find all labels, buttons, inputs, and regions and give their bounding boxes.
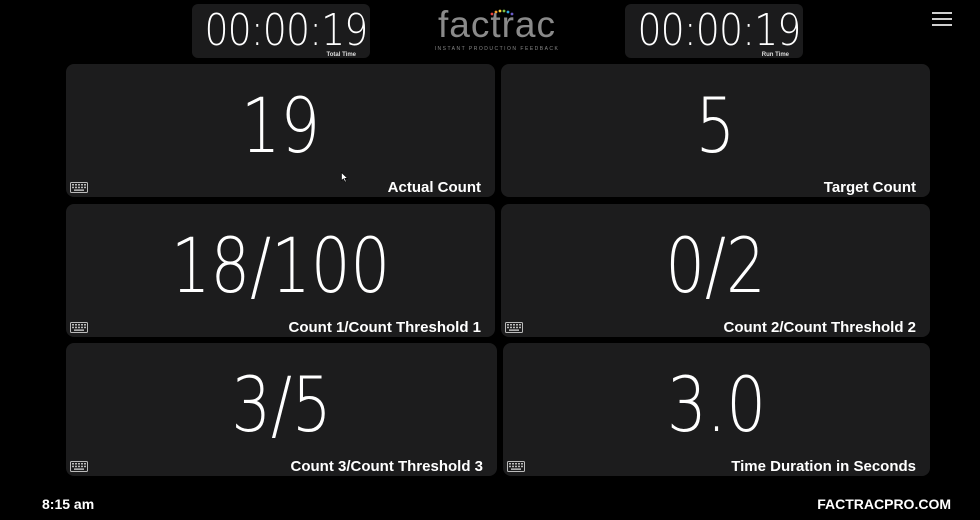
tile-label: Actual Count [387, 179, 481, 196]
total-time-value: 00:00:19 [204, 5, 368, 56]
tile-label: Count 3/Count Threshold 3 [290, 458, 484, 475]
tile-value: 3.0 [666, 360, 767, 449]
tile-label: Count 2/Count Threshold 2 [723, 319, 917, 336]
tile-value: 18/100 [170, 221, 391, 310]
tile-count-1-threshold-1[interactable]: 18/100 Count 1/Count Threshold 1 [66, 204, 495, 337]
total-time-display: 00:00:19 Total Time [192, 4, 370, 58]
tile-count-2-threshold-2[interactable]: 0/2 Count 2/Count Threshold 2 [501, 204, 930, 337]
total-time-caption: Total Time [326, 52, 356, 58]
tile-value: 5 [695, 81, 736, 170]
logo-tagline: INSTANT PRODUCTION FEEDBACK [434, 46, 560, 52]
factrac-logo: factrac INSTANT PRODUCTION FEEDBACK [430, 6, 564, 56]
website-link[interactable]: FACTRACPRO.COM [817, 496, 951, 512]
tile-label: Count 1/Count Threshold 1 [288, 319, 482, 336]
hamburger-menu-icon[interactable] [932, 12, 952, 26]
tile-label: Target Count [823, 179, 916, 196]
tile-value: 3/5 [231, 360, 332, 449]
tile-label: Time Duration in Seconds [731, 458, 916, 475]
run-time-display: 00:00:19 Run Time [625, 4, 803, 58]
mouse-pointer-icon [341, 172, 349, 183]
run-time-value: 00:00:19 [637, 5, 801, 56]
logo-word: factrac [437, 4, 557, 45]
run-time-caption: Run Time [761, 52, 789, 58]
tile-value: 0/2 [665, 221, 766, 310]
tile-time-duration[interactable]: 3.0 Time Duration in Seconds [503, 343, 930, 476]
keyboard-icon[interactable] [505, 322, 523, 333]
tile-value: 19 [240, 81, 321, 170]
keyboard-icon[interactable] [70, 322, 88, 333]
keyboard-icon[interactable] [507, 461, 525, 472]
keyboard-icon[interactable] [70, 461, 88, 472]
clock-time: 8:15 am [42, 496, 95, 512]
tile-actual-count[interactable]: 19 Actual Count [66, 64, 495, 197]
keyboard-icon[interactable] [70, 182, 88, 193]
tile-target-count[interactable]: 5 Target Count [501, 64, 930, 197]
tile-count-3-threshold-3[interactable]: 3/5 Count 3/Count Threshold 3 [66, 343, 497, 476]
